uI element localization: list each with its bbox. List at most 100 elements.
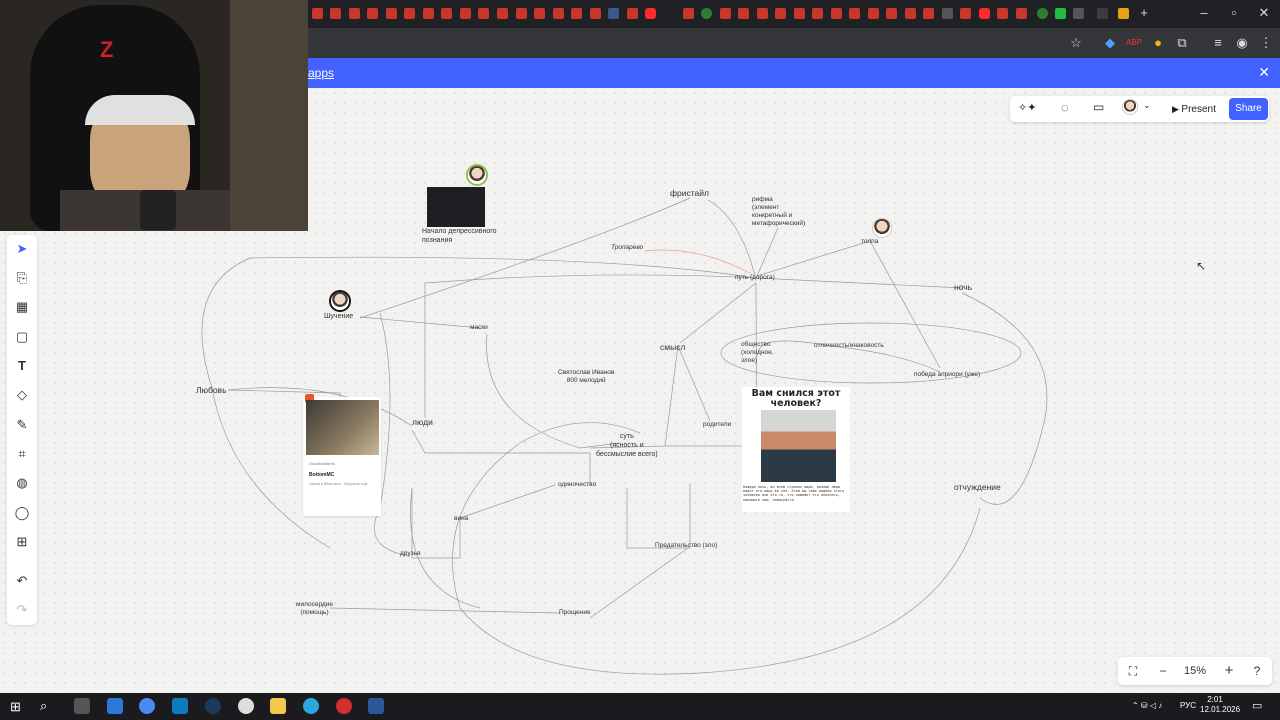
youtube-tab-icon[interactable] bbox=[979, 8, 990, 19]
tab-favicon[interactable] bbox=[720, 8, 731, 19]
node-betrayal[interactable]: Предательство (зло) bbox=[655, 542, 717, 550]
user-avatar[interactable] bbox=[1123, 100, 1137, 114]
tab-favicon[interactable] bbox=[849, 8, 860, 19]
file-explorer-icon[interactable] bbox=[270, 698, 286, 714]
tab-favicon[interactable] bbox=[516, 8, 527, 19]
app-icon[interactable] bbox=[336, 698, 352, 714]
tab-favicon[interactable] bbox=[553, 8, 564, 19]
node-mercy[interactable]: милосердие (помощь) bbox=[296, 601, 333, 617]
clock[interactable]: 2:01 12.01.2026 bbox=[1200, 695, 1240, 715]
tab-favicon[interactable] bbox=[571, 8, 582, 19]
node-svyatoslav[interactable]: Святослав Иванов 800 мелодий bbox=[558, 369, 614, 385]
node-difference[interactable]: отличность/инаковость bbox=[814, 342, 884, 350]
kick-tab-icon[interactable] bbox=[1055, 8, 1066, 19]
windows-start-icon[interactable]: ⊞ bbox=[10, 699, 21, 715]
tab-favicon[interactable] bbox=[997, 8, 1008, 19]
zoom-level[interactable]: 15% bbox=[1178, 657, 1212, 685]
new-tab-icon[interactable]: + bbox=[1130, 5, 1158, 20]
app-icon[interactable] bbox=[172, 698, 188, 714]
node-rhyme[interactable]: рифма (элемент конкретный и метафорическ… bbox=[752, 196, 805, 229]
share-button[interactable]: Share bbox=[1229, 98, 1268, 120]
tab-favicon[interactable] bbox=[812, 8, 823, 19]
node-alienation[interactable]: отчуждение bbox=[954, 482, 1001, 493]
zoom-out-icon[interactable]: − bbox=[1152, 657, 1174, 685]
youtube-tab-icon[interactable] bbox=[645, 8, 656, 19]
pen-icon[interactable]: ✎ bbox=[7, 413, 37, 437]
node-masks[interactable]: маски bbox=[470, 324, 488, 332]
embed-card[interactable]: Donationalerts BottomMC Группа в ВКонтак… bbox=[303, 394, 381, 516]
node-thumb-caption[interactable]: Начало депрессивного познания bbox=[422, 228, 497, 246]
node-night[interactable]: ночь bbox=[954, 282, 972, 293]
banner-close-icon[interactable]: ✕ bbox=[1258, 64, 1270, 81]
tab-favicon[interactable] bbox=[590, 8, 601, 19]
tab-favicon[interactable] bbox=[386, 8, 397, 19]
tab-favicon[interactable] bbox=[794, 8, 805, 19]
tab-favicon[interactable] bbox=[831, 8, 842, 19]
audio-tab-icon[interactable] bbox=[1073, 8, 1084, 19]
task-view-icon[interactable] bbox=[74, 698, 90, 714]
help-icon[interactable]: ? bbox=[1246, 657, 1268, 685]
maximize-icon[interactable]: ▫ bbox=[1220, 5, 1248, 20]
video-thumbnail[interactable] bbox=[427, 187, 485, 227]
tab-favicon[interactable] bbox=[923, 8, 934, 19]
chrome-icon[interactable] bbox=[139, 698, 155, 714]
search-icon[interactable]: ⌕ bbox=[40, 698, 47, 714]
extension-icon[interactable]: ● bbox=[1150, 35, 1166, 51]
window-close-icon[interactable]: ✕ bbox=[1250, 5, 1278, 21]
sticky-note-icon[interactable]: ▢ bbox=[7, 325, 37, 349]
active-tab-close-icon[interactable] bbox=[1097, 8, 1108, 19]
select-cursor-icon[interactable]: ➤ bbox=[7, 237, 37, 261]
zoom-in-icon[interactable]: + bbox=[1218, 657, 1240, 685]
chevron-down-icon[interactable]: ⌄ bbox=[1143, 100, 1151, 111]
notifications-icon[interactable]: ▭ bbox=[1252, 699, 1262, 712]
node-path[interactable]: путь (дорога) bbox=[735, 274, 775, 282]
tab-favicon[interactable] bbox=[757, 8, 768, 19]
node-society[interactable]: общество (холодное, злое) bbox=[741, 341, 774, 365]
extensions-puzzle-icon[interactable]: ⧉ bbox=[1174, 35, 1190, 51]
tab-favicon[interactable] bbox=[423, 8, 434, 19]
bookmark-star-icon[interactable]: ☆ bbox=[1068, 35, 1084, 51]
tab-favicon[interactable] bbox=[775, 8, 786, 19]
node-people[interactable]: люди bbox=[412, 417, 433, 428]
node-meaning[interactable]: смысл bbox=[660, 342, 685, 353]
redo-icon[interactable]: ↷ bbox=[7, 598, 37, 622]
tab-favicon[interactable] bbox=[627, 8, 638, 19]
tab-favicon[interactable] bbox=[1118, 8, 1129, 19]
node-loneliness[interactable]: одиночество bbox=[558, 481, 596, 489]
tab-favicon[interactable] bbox=[312, 8, 323, 19]
minimize-icon[interactable]: – bbox=[1190, 5, 1218, 20]
frames-icon[interactable]: ▦ bbox=[7, 295, 37, 319]
tab-favicon[interactable] bbox=[478, 8, 489, 19]
text-tool-icon[interactable]: T bbox=[7, 354, 37, 378]
undo-icon[interactable]: ↶ bbox=[7, 569, 37, 593]
node-forgiveness[interactable]: Прощение bbox=[559, 609, 591, 617]
app-icon[interactable] bbox=[238, 698, 254, 714]
language-indicator[interactable]: РУС bbox=[1180, 701, 1196, 710]
tab-favicon[interactable] bbox=[441, 8, 452, 19]
tab-favicon[interactable] bbox=[330, 8, 341, 19]
word-icon[interactable] bbox=[368, 698, 384, 714]
node-parents[interactable]: родители bbox=[703, 421, 731, 429]
tab-favicon[interactable] bbox=[349, 8, 360, 19]
node-troparevo[interactable]: Тропарево bbox=[611, 244, 643, 252]
video-call-icon[interactable]: ▭ bbox=[1093, 100, 1104, 114]
node-essence[interactable]: суть (ясность и бессмыслие всего) bbox=[596, 433, 658, 459]
reactions-icon[interactable]: ✧✦ bbox=[1018, 101, 1036, 114]
tab-favicon[interactable] bbox=[367, 8, 378, 19]
node-shuchenie[interactable]: Шучение bbox=[324, 313, 353, 322]
node-friends[interactable]: друзья bbox=[400, 550, 420, 558]
palette-icon[interactable]: ◍ bbox=[7, 471, 37, 495]
tab-favicon[interactable] bbox=[868, 8, 879, 19]
tab-favicon[interactable] bbox=[608, 8, 619, 19]
shapes-icon[interactable]: ◇ bbox=[7, 383, 37, 407]
fit-to-screen-icon[interactable]: ⛶ bbox=[1122, 657, 1144, 685]
comments-icon[interactable]: ◌ bbox=[1061, 100, 1069, 115]
poster-card[interactable]: Вам снился этот человек? Каждую ночь, во… bbox=[742, 387, 850, 512]
tab-favicon[interactable] bbox=[1016, 8, 1027, 19]
tab-favicon[interactable] bbox=[960, 8, 971, 19]
tab-favicon[interactable] bbox=[738, 8, 749, 19]
browser-menu-icon[interactable]: ⋮ bbox=[1258, 35, 1274, 51]
comment-tool-icon[interactable]: ◯ bbox=[7, 501, 37, 525]
calculator-icon[interactable] bbox=[107, 698, 123, 714]
extension-icon[interactable]: ◆ bbox=[1102, 35, 1118, 51]
